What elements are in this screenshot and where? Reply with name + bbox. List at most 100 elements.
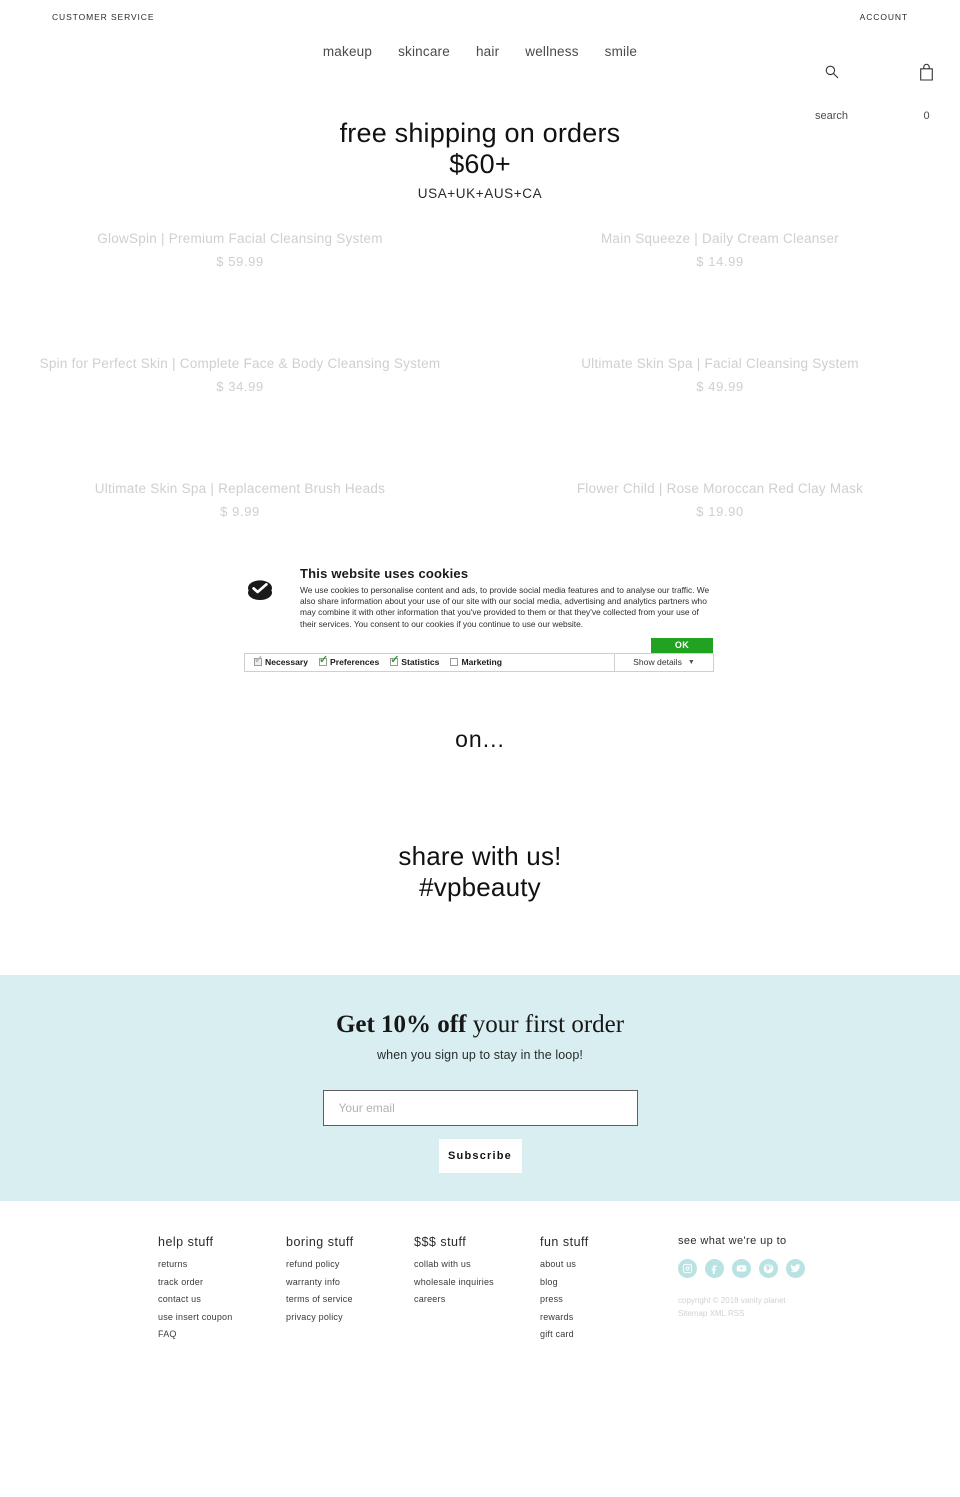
product-card[interactable]: Ultimate Skin Spa | Facial Cleansing Sys… [480, 331, 960, 394]
footer-link-track-order[interactable]: track order [158, 1277, 286, 1287]
search-control[interactable]: search [815, 55, 848, 122]
checkbox-necessary[interactable]: ✓ [254, 654, 264, 667]
newsletter-subtitle: when you sign up to stay in the loop! [377, 1048, 583, 1062]
cookie-show-details-button[interactable]: Show details ▼ [614, 653, 713, 671]
checkbox-preferences[interactable]: ✓ [319, 655, 328, 667]
hero-banner: free shipping on orders $60+ USA+UK+AUS+… [0, 118, 960, 201]
footer-column-boring-stuff: boring stuff refund policy warranty info… [286, 1235, 414, 1347]
cookie-category-necessary[interactable]: ✓ Necessary [254, 654, 308, 667]
facebook-icon[interactable] [705, 1259, 724, 1278]
nav-item-makeup[interactable]: makeup [323, 44, 372, 59]
footer-link-collab-with-us[interactable]: collab with us [414, 1259, 540, 1269]
footer-link-wholesale-inquiries[interactable]: wholesale inquiries [414, 1277, 540, 1287]
hero-subtitle: USA+UK+AUS+CA [417, 186, 543, 201]
checkbox-marketing[interactable] [450, 658, 459, 667]
nav-item-wellness[interactable]: wellness [525, 44, 578, 59]
newsletter-subscribe-button[interactable]: Subscribe [438, 1139, 522, 1173]
share-hashtag: #vpbeauty [419, 872, 541, 902]
instagram-icon[interactable] [678, 1259, 697, 1278]
product-price: $ 14.99 [696, 254, 744, 269]
shopping-bag-icon [918, 55, 935, 89]
footer-link-returns[interactable]: returns [158, 1259, 286, 1269]
product-row: Ultimate Skin Spa | Replacement Brush He… [0, 456, 960, 519]
cookie-category-preferences[interactable]: ✓ Preferences [319, 655, 379, 667]
cookie-consent-banner: This website uses cookies We use cookies… [244, 562, 714, 672]
grid-spacer [0, 394, 960, 456]
footer-link-terms-of-service[interactable]: terms of service [286, 1294, 414, 1304]
footer-legal: copyright © 2018 vanity planet Sitemap X… [678, 1294, 868, 1320]
header-icon-group: search 0 [815, 55, 935, 122]
cookie-category-marketing[interactable]: Marketing [450, 657, 502, 667]
footer-link-faq[interactable]: FAQ [158, 1329, 286, 1339]
pinterest-icon[interactable] [759, 1259, 778, 1278]
newsletter-email-input[interactable] [322, 1090, 638, 1126]
cookie-category-list: ✓ Necessary ✓ Preferences ✓ Statistics M… [245, 654, 614, 671]
checkmark-icon: ✓ [390, 654, 400, 667]
product-title: GlowSpin | Premium Facial Cleansing Syst… [97, 231, 383, 246]
product-card[interactable]: GlowSpin | Premium Facial Cleansing Syst… [0, 206, 480, 269]
footer-link-careers[interactable]: careers [414, 1294, 540, 1304]
footer-social-section: see what we're up to copyright © 2018 va… [668, 1235, 868, 1347]
footer-link-press[interactable]: press [540, 1294, 668, 1304]
footer-column-help-stuff: help stuff returns track order contact u… [158, 1235, 286, 1347]
footer-link-gift-card[interactable]: gift card [540, 1329, 668, 1339]
nav-item-hair[interactable]: hair [476, 44, 499, 59]
cookie-banner-text: We use cookies to personalise content an… [300, 585, 710, 629]
cart-control[interactable]: 0 [918, 55, 935, 122]
youtube-icon[interactable] [732, 1259, 751, 1278]
chevron-down-icon: ▼ [687, 658, 695, 666]
footer-column-title: help stuff [158, 1235, 214, 1249]
on-text: on... [455, 726, 505, 752]
nav-item-smile[interactable]: smile [605, 44, 638, 59]
footer-link-about-us[interactable]: about us [540, 1259, 668, 1269]
footer-link-refund-policy[interactable]: refund policy [286, 1259, 414, 1269]
newsletter-button-wrap: Subscribe [0, 1126, 960, 1173]
share-line1: share with us! [398, 841, 562, 871]
cookie-category-label: Statistics [401, 657, 440, 668]
footer-social-title: see what we're up to [678, 1235, 787, 1247]
cookie-ok-button[interactable]: OK [651, 637, 713, 653]
checkbox-statistics[interactable]: ✓ [390, 654, 400, 667]
cookie-consent-icon [244, 566, 290, 630]
product-card[interactable]: Main Squeeze | Daily Cream Cleanser $ 14… [480, 206, 960, 269]
rss-link[interactable]: RSS [728, 1309, 744, 1318]
cookie-controls: ✓ Necessary ✓ Preferences ✓ Statistics M… [244, 652, 714, 672]
footer-column-title: fun stuff [540, 1235, 589, 1249]
xml-link[interactable]: XML [710, 1309, 726, 1318]
customer-service-link[interactable]: CUSTOMER SERVICE [52, 12, 154, 22]
product-card[interactable]: Spin for Perfect Skin | Complete Face & … [0, 331, 480, 394]
product-price: $ 9.99 [220, 504, 260, 519]
checkmark-icon: ✓ [254, 654, 264, 667]
cookie-banner-body: This website uses cookies We use cookies… [290, 566, 714, 630]
footer-link-rewards[interactable]: rewards [540, 1312, 668, 1322]
account-link[interactable]: ACCOUNT [860, 12, 908, 22]
product-title: Ultimate Skin Spa | Replacement Brush He… [94, 481, 386, 496]
footer-link-blog[interactable]: blog [540, 1277, 668, 1287]
nav-item-skincare[interactable]: skincare [398, 44, 450, 59]
footer-link-privacy-policy[interactable]: privacy policy [286, 1312, 414, 1322]
footer-link-warranty-info[interactable]: warranty info [286, 1277, 414, 1287]
product-title: Ultimate Skin Spa | Facial Cleansing Sys… [581, 356, 859, 371]
footer-column-fun-stuff: fun stuff about us blog press rewards gi… [540, 1235, 668, 1347]
cookie-banner-top: This website uses cookies We use cookies… [244, 562, 714, 630]
product-price: $ 34.99 [216, 379, 264, 394]
cookie-banner-heading: This website uses cookies [300, 566, 469, 581]
cookie-category-statistics[interactable]: ✓ Statistics [390, 654, 440, 668]
footer-link-use-insert-coupon[interactable]: use insert coupon [158, 1312, 286, 1322]
utility-bar: CUSTOMER SERVICE ACCOUNT [0, 0, 960, 34]
cookie-category-label: Marketing [461, 657, 503, 668]
product-price: $ 49.99 [696, 379, 744, 394]
footer: help stuff returns track order contact u… [0, 1235, 960, 1347]
product-card[interactable]: Flower Child | Rose Moroccan Red Clay Ma… [480, 456, 960, 519]
sitemap-link[interactable]: Sitemap [678, 1309, 707, 1318]
product-row: Spin for Perfect Skin | Complete Face & … [0, 331, 960, 394]
grid-spacer [0, 269, 960, 331]
product-card[interactable]: Ultimate Skin Spa | Replacement Brush He… [0, 456, 480, 519]
twitter-icon[interactable] [786, 1259, 805, 1278]
search-icon [824, 55, 840, 89]
footer-link-contact-us[interactable]: contact us [158, 1294, 286, 1304]
footer-column-title: boring stuff [286, 1235, 354, 1249]
hero-title-line2: $60+ [449, 149, 511, 179]
product-price: $ 19.90 [696, 504, 744, 519]
copyright-text: copyright © 2018 vanity planet [678, 1296, 786, 1305]
